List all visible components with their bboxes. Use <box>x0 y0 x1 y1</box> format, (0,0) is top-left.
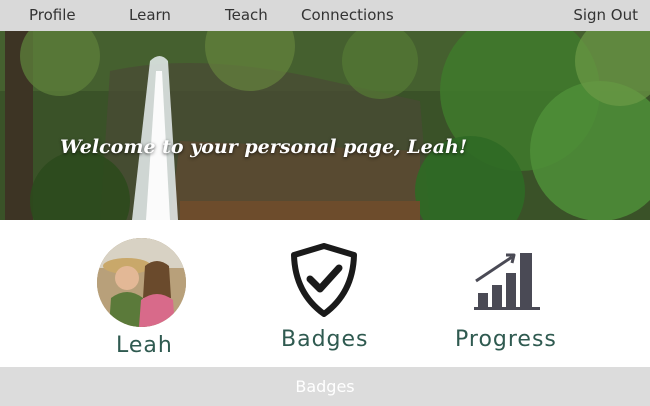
nav-profile[interactable]: Profile <box>29 6 76 24</box>
nav-learn[interactable]: Learn <box>129 6 171 24</box>
progress-label[interactable]: Progress <box>455 327 557 352</box>
welcome-heading: Welcome to your personal page, Leah! <box>60 136 468 158</box>
top-nav: Profile Learn Teach Connections Sign Out <box>0 0 650 32</box>
hero-banner: Welcome to your personal page, Leah! <box>0 31 650 220</box>
bottom-bar: Badges <box>0 367 650 406</box>
profile-avatar[interactable] <box>97 238 186 327</box>
hero-background-image <box>0 31 650 220</box>
profile-name-label[interactable]: Leah <box>116 333 173 358</box>
bottom-badges-label[interactable]: Badges <box>0 377 650 396</box>
nav-connections[interactable]: Connections <box>301 6 394 24</box>
bar-chart-growth-icon[interactable] <box>472 249 544 311</box>
profile-photo <box>97 238 186 327</box>
nav-teach[interactable]: Teach <box>225 6 268 24</box>
nav-sign-out[interactable]: Sign Out <box>573 6 638 24</box>
badges-label[interactable]: Badges <box>281 327 369 352</box>
shield-check-icon[interactable] <box>289 243 359 317</box>
